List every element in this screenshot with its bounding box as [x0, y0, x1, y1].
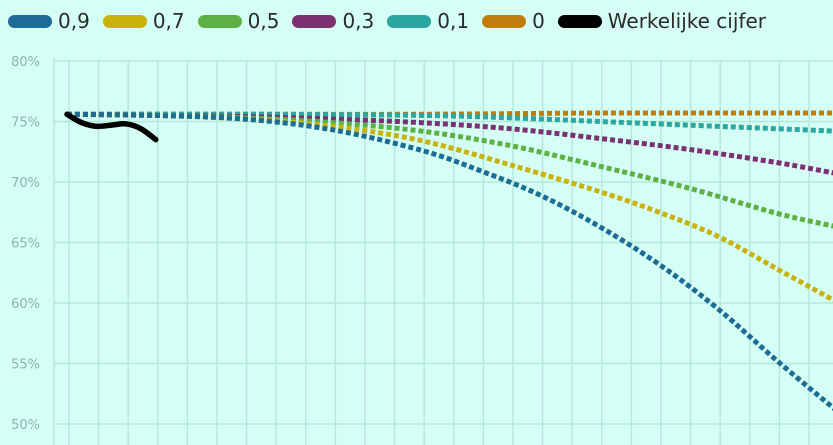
y-tick-label: 80%: [11, 55, 40, 70]
y-axis-ticks: 80% 75% 70% 65% 60% 55% 50%: [11, 55, 40, 433]
y-tick-label: 55%: [11, 358, 40, 373]
series-line-scenario: [66, 111, 833, 176]
line-chart: 80% 75% 70% 65% 60% 55% 50%: [11, 55, 833, 445]
y-tick-label: 75%: [11, 116, 40, 131]
y-tick-label: 65%: [11, 237, 40, 252]
series-line-scenario: [66, 111, 833, 229]
y-tick-label: 70%: [11, 176, 40, 191]
series-line-scenario: [66, 111, 833, 303]
series-line-actual: [64, 111, 159, 143]
y-tick-label: 60%: [11, 297, 40, 312]
series-line-scenario: [66, 111, 833, 411]
series-lines: [64, 110, 833, 411]
y-tick-label: 50%: [11, 418, 40, 433]
